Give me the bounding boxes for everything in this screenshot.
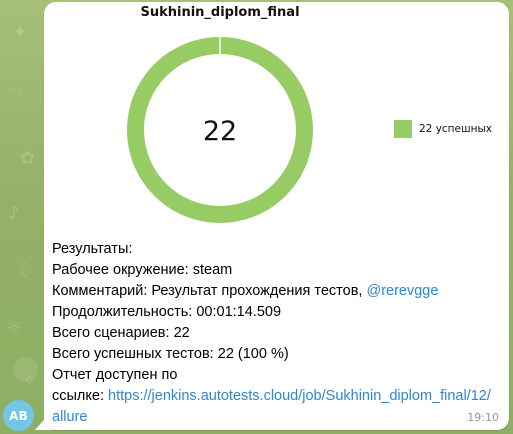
results-heading: Результаты:: [52, 241, 133, 257]
user-mention-link[interactable]: @rerevgge: [366, 283, 438, 299]
environment-value: steam: [192, 262, 233, 278]
doodle-sun-icon: ☼: [6, 318, 23, 339]
message-time: 19:10: [467, 411, 499, 424]
success-line: Всего успешных тестов: 22 (100 %): [52, 344, 492, 365]
legend-label-success: 22 успешных: [419, 123, 492, 135]
doodle-star-icon: ✦: [12, 22, 28, 43]
environment-label: Рабочее окружение:: [52, 262, 189, 278]
doodle-flower-icon: ✿: [20, 148, 36, 169]
scenarios-label: Всего сценариев:: [52, 325, 170, 341]
report-link[interactable]: https://jenkins.autotests.cloud/job/Sukh…: [52, 388, 491, 425]
comment-label: Комментарий:: [52, 283, 148, 299]
scenarios-line: Всего сценариев: 22: [52, 323, 492, 344]
duration-label: Продолжительность:: [52, 304, 193, 320]
report-chart[interactable]: Sukhinin_diplom_final 22 22 успешных: [44, 2, 509, 235]
environment-line: Рабочее окружение: steam: [52, 260, 492, 281]
success-label: Всего успешных тестов:: [52, 346, 214, 362]
report-label-suffix: ссылке:: [52, 388, 104, 404]
doodle-heart-icon: ♡: [6, 86, 23, 107]
scenarios-value: 22: [173, 325, 190, 341]
chart-legend: 22 успешных: [394, 120, 492, 138]
message-text: Результаты: Рабочее окружение: steam Ком…: [52, 239, 492, 428]
report-link-line: ссылке: https://jenkins.autotests.cloud/…: [52, 386, 492, 428]
donut-center-label: 22: [203, 116, 237, 147]
comment-line: Комментарий: Результат прохождения тесто…: [52, 281, 492, 302]
donut-chart: 22: [126, 36, 314, 223]
success-value: 22 (100 %): [217, 346, 289, 362]
doodle-moon-icon: ☾: [18, 260, 35, 281]
legend-swatch-success: [394, 120, 412, 138]
sender-avatar[interactable]: AB: [3, 400, 34, 431]
report-label-line: Отчет доступен по: [52, 367, 178, 383]
message-bubble[interactable]: Sukhinin_diplom_final 22 22 успешных Рез…: [44, 2, 509, 430]
duration-value: 00:01:14.509: [196, 304, 282, 320]
comment-value: Результат прохождения тестов,: [151, 283, 363, 299]
doodle-star-icon: ✧: [22, 370, 38, 391]
duration-line: Продолжительность: 00:01:14.509: [52, 302, 492, 323]
doodle-note-icon: ♪: [8, 203, 20, 224]
